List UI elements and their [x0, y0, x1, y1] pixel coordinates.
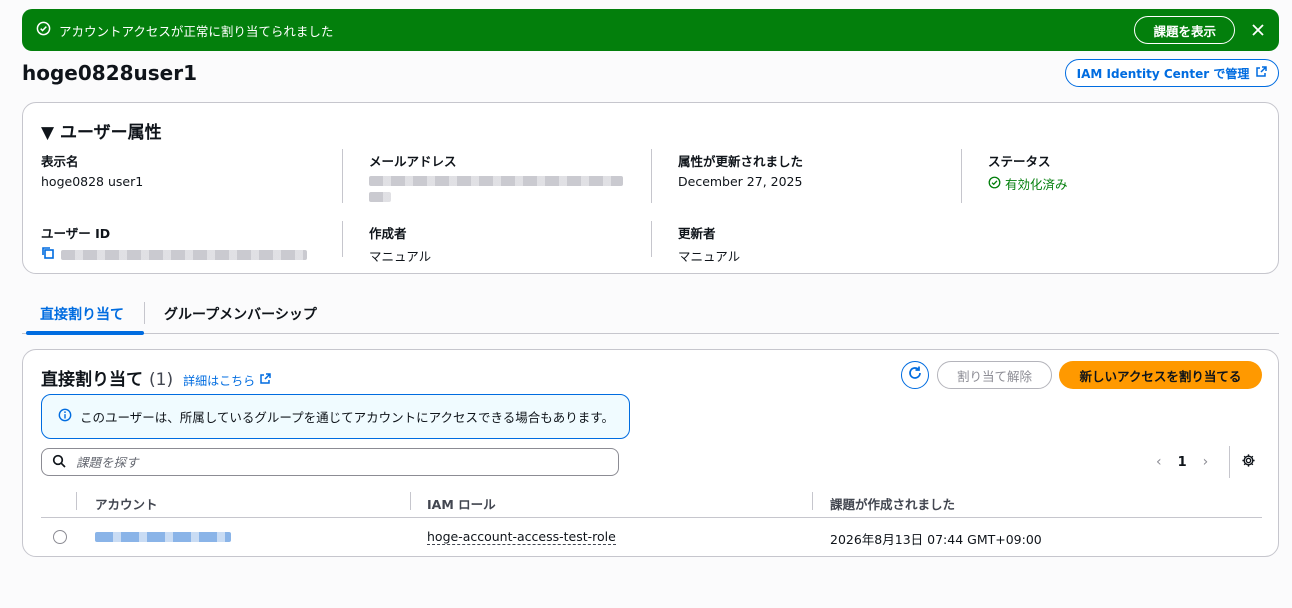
updated-by-field: 更新者 マニュアル	[678, 223, 740, 265]
field-value: hoge0828 user1	[41, 174, 144, 189]
view-issue-button[interactable]: 課題を表示	[1134, 16, 1235, 44]
redacted-user-id	[61, 249, 307, 260]
copy-icon[interactable]	[41, 246, 55, 263]
row-select-radio[interactable]	[53, 530, 67, 544]
learn-more-link[interactable]: 詳細はこちら	[183, 372, 271, 389]
created-by-field: 作成者 マニュアル	[369, 223, 431, 265]
search-input[interactable]	[74, 453, 594, 471]
chevron-right-icon[interactable]: ›	[1203, 454, 1209, 470]
field-value: December 27, 2025	[678, 174, 803, 189]
refresh-button[interactable]	[901, 361, 929, 389]
redacted-email-cont	[369, 192, 391, 202]
redacted-account-link[interactable]	[95, 532, 231, 542]
table-header: アカウント IAM ロール 課題が作成されました	[41, 488, 1262, 518]
direct-assignments-panel: 直接割り当て (1) 詳細はこちら 割り当て解除 新しいアクセスを割り当てる こ…	[22, 349, 1279, 557]
field-value: マニュアル	[369, 249, 432, 264]
external-link-icon	[1255, 65, 1268, 81]
info-text: このユーザーは、所属しているグループを通じてアカウントにアクセスできる場合もあり…	[80, 410, 615, 425]
iam-button-label: IAM Identity Center で管理	[1076, 66, 1250, 81]
field-label: ユーザー ID	[41, 226, 111, 241]
column-header-created[interactable]: 課題が作成されました	[830, 494, 955, 513]
close-icon[interactable]	[1249, 21, 1267, 39]
section-title: ユーザー属性	[60, 123, 162, 143]
info-alert: このユーザーは、所属しているグループを通じてアカウントにアクセスできる場合もあり…	[41, 394, 630, 439]
status-value: 有効化済み	[1005, 177, 1068, 192]
page-number[interactable]: 1	[1178, 455, 1187, 470]
iam-role-value[interactable]: hoge-account-access-test-role	[427, 529, 616, 545]
unassign-button[interactable]: 割り当て解除	[937, 361, 1052, 389]
external-link-icon	[259, 373, 271, 388]
created-value: 2026年8月13日 07:44 GMT+09:00	[830, 532, 1042, 547]
tab-bar: 直接割り当て グループメンバーシップ	[22, 296, 1279, 335]
assign-new-access-button[interactable]: 新しいアクセスを割り当てる	[1059, 361, 1262, 389]
user-attributes-toggle[interactable]: ▼ ユーザー属性	[41, 118, 162, 143]
field-label: 更新者	[678, 226, 716, 241]
assignments-title: 直接割り当て	[41, 370, 143, 390]
flash-message: アカウントアクセスが正常に割り当てられました	[59, 23, 334, 39]
user-attributes-panel: ▼ ユーザー属性 表示名 hoge0828 user1 メールアドレス 属性が更…	[22, 102, 1279, 274]
attributes-updated-field: 属性が更新されました December 27, 2025	[678, 151, 803, 189]
pagination: ‹ 1 ›	[1156, 454, 1208, 470]
table-row: hoge-account-access-test-role 2026年8月13日…	[41, 518, 1262, 556]
field-label: 属性が更新されました	[678, 154, 804, 169]
assignments-count: (1)	[149, 370, 174, 390]
user-id-field: ユーザー ID	[41, 223, 307, 263]
column-header-iam-role[interactable]: IAM ロール	[427, 494, 496, 513]
status-badge: 有効化済み	[988, 174, 1068, 193]
info-icon	[58, 408, 72, 425]
column-header-account[interactable]: アカウント	[95, 494, 158, 513]
caret-down-icon: ▼	[41, 123, 55, 143]
learn-more-label: 詳細はこちら	[183, 374, 256, 388]
field-value: マニュアル	[678, 249, 741, 264]
tab-group-memberships[interactable]: グループメンバーシップ	[164, 304, 317, 324]
page-title: hoge0828user1	[22, 61, 198, 85]
gear-icon[interactable]	[1241, 453, 1256, 472]
tab-direct-assignments[interactable]: 直接割り当て	[40, 304, 124, 324]
field-label: メールアドレス	[369, 154, 457, 169]
email-field: メールアドレス	[369, 151, 623, 202]
chevron-left-icon[interactable]: ‹	[1156, 454, 1162, 470]
status-field: ステータス 有効化済み	[988, 151, 1068, 193]
refresh-icon	[907, 365, 923, 385]
search-icon	[52, 453, 66, 472]
field-label: 作成者	[369, 226, 407, 241]
active-tab-indicator	[26, 331, 144, 335]
assignments-header: 直接割り当て (1) 詳細はこちら	[41, 365, 271, 390]
field-label: ステータス	[988, 154, 1051, 169]
check-circle-icon	[988, 176, 1001, 192]
display-name-field: 表示名 hoge0828 user1	[41, 151, 143, 189]
redacted-email	[369, 176, 623, 186]
check-circle-icon	[36, 21, 51, 40]
success-flash-banner: アカウントアクセスが正常に割り当てられました 課題を表示	[22, 9, 1279, 51]
search-box[interactable]	[41, 448, 619, 476]
field-label: 表示名	[41, 154, 79, 169]
manage-in-iam-identity-center-button[interactable]: IAM Identity Center で管理	[1065, 59, 1279, 87]
